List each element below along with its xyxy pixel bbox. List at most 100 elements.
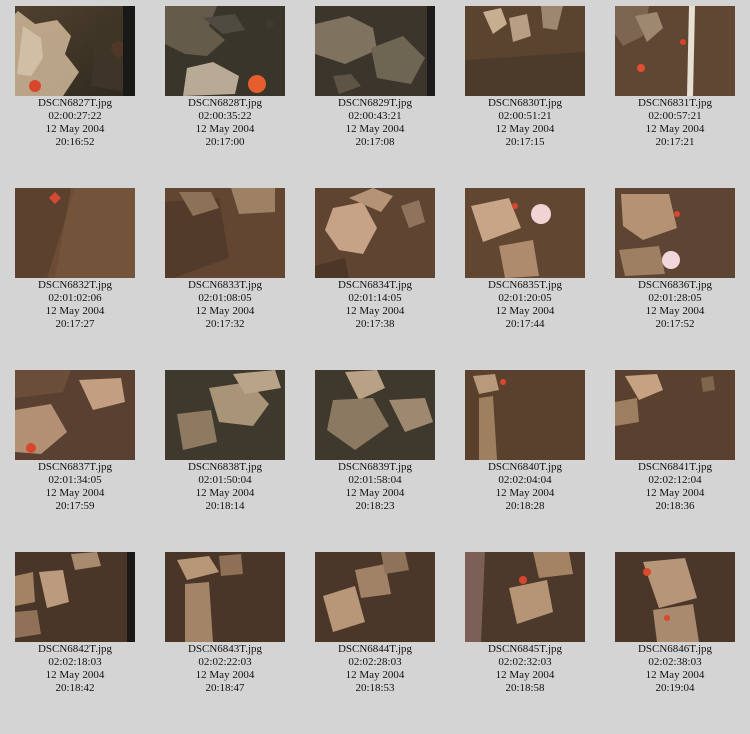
gallery-item[interactable]: DSCN6827T.jpg 02:00:27:22 12 May 2004 20… — [0, 0, 150, 165]
offset-label: 02:00:51:21 — [498, 110, 552, 122]
filename-label: DSCN6839T.jpg — [337, 461, 413, 473]
gallery-item[interactable]: DSCN6846T.jpg 02:02:38:03 12 May 2004 20… — [600, 546, 750, 711]
filename-label: DSCN6834T.jpg — [337, 279, 413, 291]
seafloor-thumbnail-image[interactable] — [315, 188, 435, 278]
date-label: 12 May 2004 — [495, 487, 555, 499]
seafloor-thumbnail-image[interactable] — [15, 6, 135, 96]
time-label: 20:18:58 — [505, 682, 545, 694]
thumbnail-gallery: DSCN6827T.jpg 02:00:27:22 12 May 2004 20… — [0, 0, 750, 734]
date-label: 12 May 2004 — [495, 123, 555, 135]
gallery-item[interactable]: DSCN6845T.jpg 02:02:32:03 12 May 2004 20… — [450, 546, 600, 711]
seafloor-thumbnail-image[interactable] — [615, 188, 735, 278]
gallery-item[interactable]: DSCN6833T.jpg 02:01:08:05 12 May 2004 20… — [150, 182, 300, 347]
gallery-item[interactable]: DSCN6839T.jpg 02:01:58:04 12 May 2004 20… — [300, 364, 450, 529]
seafloor-thumbnail-image[interactable] — [315, 552, 435, 642]
offset-label: 02:02:04:04 — [498, 474, 552, 486]
date-label: 12 May 2004 — [345, 669, 405, 681]
filename-label: DSCN6835T.jpg — [487, 279, 563, 291]
time-label: 20:17:00 — [205, 136, 245, 148]
thumbnail-caption: DSCN6846T.jpg 02:02:38:03 12 May 2004 20… — [600, 643, 750, 695]
thumbnail-caption: DSCN6836T.jpg 02:01:28:05 12 May 2004 20… — [600, 279, 750, 331]
filename-label: DSCN6838T.jpg — [187, 461, 263, 473]
filename-label: DSCN6844T.jpg — [337, 643, 413, 655]
date-label: 12 May 2004 — [345, 487, 405, 499]
offset-label: 02:02:22:03 — [198, 656, 252, 668]
date-label: 12 May 2004 — [45, 669, 105, 681]
filename-label: DSCN6830T.jpg — [487, 97, 563, 109]
time-label: 20:18:36 — [655, 500, 695, 512]
filename-label: DSCN6831T.jpg — [637, 97, 713, 109]
seafloor-thumbnail-image[interactable] — [465, 552, 585, 642]
gallery-item[interactable]: DSCN6844T.jpg 02:02:28:03 12 May 2004 20… — [300, 546, 450, 711]
time-label: 20:19:04 — [655, 682, 695, 694]
offset-label: 02:01:34:05 — [48, 474, 102, 486]
time-label: 20:18:23 — [355, 500, 395, 512]
gallery-item[interactable]: DSCN6834T.jpg 02:01:14:05 12 May 2004 20… — [300, 182, 450, 347]
seafloor-thumbnail-image[interactable] — [615, 6, 735, 96]
date-label: 12 May 2004 — [195, 669, 255, 681]
seafloor-thumbnail-image[interactable] — [15, 370, 135, 460]
seafloor-thumbnail-image[interactable] — [615, 552, 735, 642]
seafloor-thumbnail-image[interactable] — [315, 6, 435, 96]
seafloor-thumbnail-image[interactable] — [465, 188, 585, 278]
time-label: 20:17:15 — [505, 136, 545, 148]
time-label: 20:16:52 — [55, 136, 95, 148]
time-label: 20:17:21 — [655, 136, 695, 148]
filename-label: DSCN6827T.jpg — [37, 97, 113, 109]
offset-label: 02:00:27:22 — [48, 110, 102, 122]
gallery-item[interactable]: DSCN6828T.jpg 02:00:35:22 12 May 2004 20… — [150, 0, 300, 165]
offset-label: 02:02:32:03 — [498, 656, 552, 668]
seafloor-thumbnail-image[interactable] — [615, 370, 735, 460]
seafloor-thumbnail-image[interactable] — [165, 6, 285, 96]
offset-label: 02:02:28:03 — [348, 656, 402, 668]
gallery-item[interactable]: DSCN6837T.jpg 02:01:34:05 12 May 2004 20… — [0, 364, 150, 529]
gallery-item[interactable]: DSCN6842T.jpg 02:02:18:03 12 May 2004 20… — [0, 546, 150, 711]
date-label: 12 May 2004 — [345, 123, 405, 135]
thumbnail-caption: DSCN6835T.jpg 02:01:20:05 12 May 2004 20… — [450, 279, 600, 331]
gallery-item[interactable]: DSCN6835T.jpg 02:01:20:05 12 May 2004 20… — [450, 182, 600, 347]
filename-label: DSCN6828T.jpg — [187, 97, 263, 109]
gallery-item[interactable]: DSCN6829T.jpg 02:00:43:21 12 May 2004 20… — [300, 0, 450, 165]
time-label: 20:18:53 — [355, 682, 395, 694]
offset-label: 02:01:14:05 — [348, 292, 402, 304]
date-label: 12 May 2004 — [195, 123, 255, 135]
thumbnail-caption: DSCN6845T.jpg 02:02:32:03 12 May 2004 20… — [450, 643, 600, 695]
filename-label: DSCN6841T.jpg — [637, 461, 713, 473]
offset-label: 02:00:35:22 — [198, 110, 252, 122]
filename-label: DSCN6846T.jpg — [637, 643, 713, 655]
time-label: 20:17:44 — [505, 318, 545, 330]
offset-label: 02:00:43:21 — [348, 110, 402, 122]
thumbnail-caption: DSCN6828T.jpg 02:00:35:22 12 May 2004 20… — [150, 97, 300, 149]
gallery-item[interactable]: DSCN6840T.jpg 02:02:04:04 12 May 2004 20… — [450, 364, 600, 529]
seafloor-thumbnail-image[interactable] — [315, 370, 435, 460]
filename-label: DSCN6845T.jpg — [487, 643, 563, 655]
seafloor-thumbnail-image[interactable] — [15, 188, 135, 278]
filename-label: DSCN6837T.jpg — [37, 461, 113, 473]
gallery-item[interactable]: DSCN6841T.jpg 02:02:12:04 12 May 2004 20… — [600, 364, 750, 529]
gallery-item[interactable]: DSCN6838T.jpg 02:01:50:04 12 May 2004 20… — [150, 364, 300, 529]
seafloor-thumbnail-image[interactable] — [15, 552, 135, 642]
thumbnail-caption: DSCN6844T.jpg 02:02:28:03 12 May 2004 20… — [300, 643, 450, 695]
gallery-item[interactable]: DSCN6836T.jpg 02:01:28:05 12 May 2004 20… — [600, 182, 750, 347]
seafloor-thumbnail-image[interactable] — [165, 370, 285, 460]
thumbnail-caption: DSCN6834T.jpg 02:01:14:05 12 May 2004 20… — [300, 279, 450, 331]
time-label: 20:18:14 — [205, 500, 245, 512]
thumbnail-caption: DSCN6832T.jpg 02:01:02:06 12 May 2004 20… — [0, 279, 150, 331]
seafloor-thumbnail-image[interactable] — [165, 552, 285, 642]
gallery-item[interactable]: DSCN6843T.jpg 02:02:22:03 12 May 2004 20… — [150, 546, 300, 711]
time-label: 20:18:28 — [505, 500, 545, 512]
date-label: 12 May 2004 — [45, 305, 105, 317]
offset-label: 02:00:57:21 — [648, 110, 702, 122]
offset-label: 02:01:02:06 — [48, 292, 102, 304]
gallery-item[interactable]: DSCN6831T.jpg 02:00:57:21 12 May 2004 20… — [600, 0, 750, 165]
date-label: 12 May 2004 — [645, 669, 705, 681]
seafloor-thumbnail-image[interactable] — [465, 370, 585, 460]
gallery-item[interactable]: DSCN6830T.jpg 02:00:51:21 12 May 2004 20… — [450, 0, 600, 165]
seafloor-thumbnail-image[interactable] — [465, 6, 585, 96]
seafloor-thumbnail-image[interactable] — [165, 188, 285, 278]
thumbnail-caption: DSCN6829T.jpg 02:00:43:21 12 May 2004 20… — [300, 97, 450, 149]
thumbnail-caption: DSCN6841T.jpg 02:02:12:04 12 May 2004 20… — [600, 461, 750, 513]
offset-label: 02:02:12:04 — [648, 474, 702, 486]
gallery-item[interactable]: DSCN6832T.jpg 02:01:02:06 12 May 2004 20… — [0, 182, 150, 347]
filename-label: DSCN6843T.jpg — [187, 643, 263, 655]
